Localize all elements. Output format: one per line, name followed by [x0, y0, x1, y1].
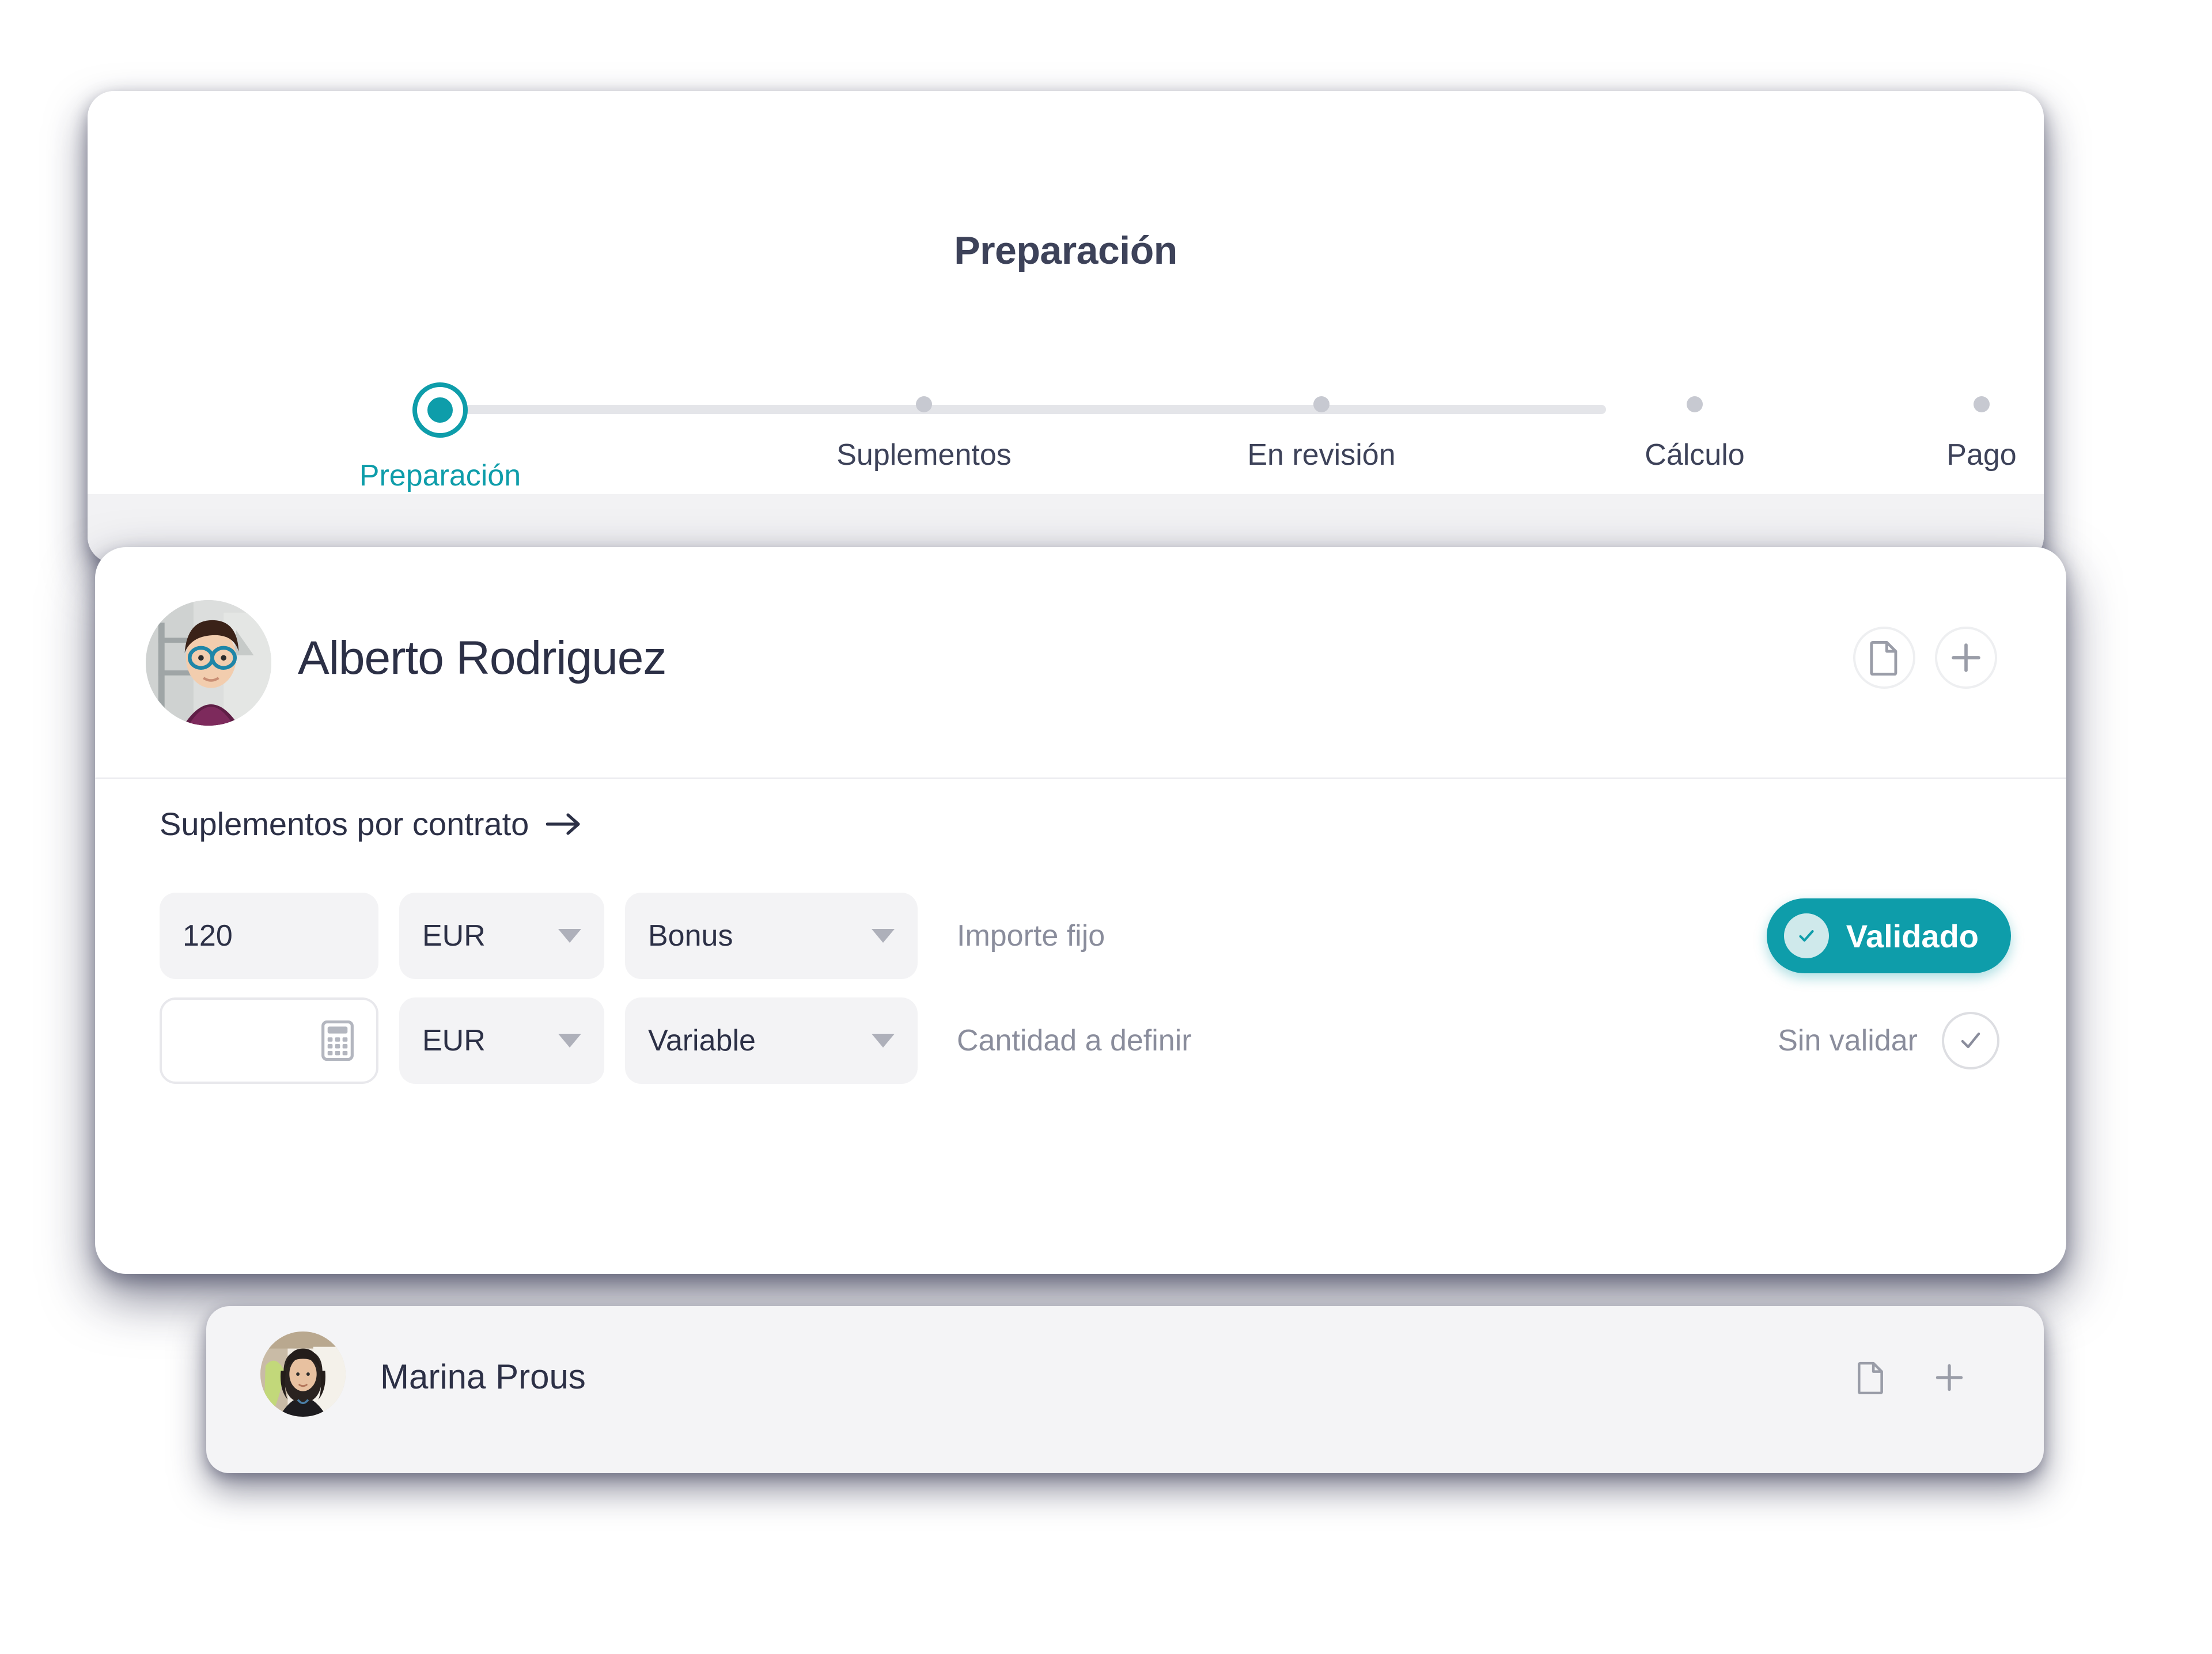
supplement-rows: 120 EUR Bonus Importe fijo Validado EUR …: [160, 893, 2011, 1102]
currency-value-1: EUR: [422, 919, 486, 953]
supplements-section-link[interactable]: Suplementos por contrato: [160, 805, 582, 843]
screenshot-root: Preparación Preparación Suplementos En r…: [0, 0, 2212, 1654]
page-title: Preparación: [954, 229, 1177, 272]
document-icon: [1870, 640, 1897, 676]
arrow-right-icon: [546, 813, 580, 835]
stepper-step-en-revision[interactable]: En revisión: [1172, 379, 1471, 472]
document-button[interactable]: [1853, 627, 1915, 689]
supplement-row: 120 EUR Bonus Importe fijo Validado: [160, 893, 2011, 979]
stepper-label-en-revision: En revisión: [1247, 438, 1396, 472]
stepper-step-preparacion[interactable]: Preparación: [290, 379, 590, 493]
add-button[interactable]: [1923, 1351, 1976, 1404]
amount-value-1: 120: [183, 919, 233, 953]
stepper-step-pago[interactable]: Pago: [1832, 379, 2044, 472]
status-label-2: Sin validar: [1778, 1024, 1918, 1057]
plus-icon: [1936, 1364, 1963, 1391]
type-select-2[interactable]: Variable: [625, 997, 918, 1084]
document-button[interactable]: [1844, 1351, 1897, 1404]
avatar: [146, 600, 271, 726]
avatar: [260, 1331, 346, 1417]
stepper-label-preparacion: Preparación: [359, 459, 521, 492]
chevron-down-icon: [872, 929, 895, 943]
stepper-dot: [916, 396, 932, 412]
employee-name: Alberto Rodriguez: [298, 632, 666, 684]
stepper-label-suplementos: Suplementos: [836, 438, 1012, 472]
next-employee-card[interactable]: Marina Prous: [206, 1306, 2044, 1473]
calculator-icon: [321, 1020, 354, 1061]
currency-select-1[interactable]: EUR: [399, 893, 604, 979]
stepper-step-calculo[interactable]: Cálculo: [1545, 379, 1844, 472]
stepper-dot: [1687, 396, 1703, 412]
employee-card-header: Alberto Rodriguez: [95, 547, 2066, 777]
amount-input-1[interactable]: 120: [160, 893, 378, 979]
stepper-dot: [1313, 396, 1330, 412]
status-badge-validated[interactable]: Validado: [1766, 898, 2011, 973]
type-select-1[interactable]: Bonus: [625, 893, 918, 979]
stepper-step-suplementos[interactable]: Suplementos: [774, 379, 1074, 472]
validate-button[interactable]: [1942, 1012, 1999, 1069]
currency-value-2: EUR: [422, 1024, 486, 1057]
check-icon: [1799, 930, 1814, 942]
row-note-2: Cantidad a definir: [957, 1024, 1192, 1057]
chevron-down-icon: [558, 1034, 581, 1048]
supplement-row: EUR Variable Cantidad a definir Sin vali…: [160, 997, 2011, 1084]
supplements-section-title: Suplementos por contrato: [160, 806, 529, 842]
type-value-1: Bonus: [648, 919, 733, 953]
plus-icon: [1952, 643, 1980, 672]
document-icon: [1858, 1361, 1883, 1394]
employee-card: Alberto Rodriguez Suplementos por contra…: [95, 547, 2066, 1274]
type-value-2: Variable: [648, 1024, 756, 1057]
check-icon: [1961, 1032, 1980, 1048]
add-button[interactable]: [1935, 627, 1997, 689]
next-employee-actions: [1844, 1351, 1976, 1404]
stepper-label-pago: Pago: [1946, 438, 2017, 472]
check-circle: [1783, 913, 1829, 958]
status-unvalidated[interactable]: Sin validar: [1778, 1012, 2011, 1069]
employee-card-actions: [1853, 627, 1997, 689]
status-badge-label-1: Validado: [1846, 917, 1979, 954]
amount-input-2[interactable]: [160, 997, 378, 1084]
stepper-label-calculo: Cálculo: [1645, 438, 1745, 472]
chevron-down-icon: [558, 929, 581, 943]
row-note-1: Importe fijo: [957, 919, 1105, 953]
stepper-dot: [1974, 396, 1990, 412]
stepper-dot-active: [417, 387, 463, 433]
next-employee-name: Marina Prous: [380, 1357, 586, 1396]
stepper-card: Preparación Preparación Suplementos En r…: [88, 91, 2044, 563]
chevron-down-icon: [872, 1034, 895, 1048]
stepper-card-body: Preparación Preparación Suplementos En r…: [88, 91, 2044, 494]
currency-select-2[interactable]: EUR: [399, 997, 604, 1084]
card-divider: [95, 777, 2066, 779]
